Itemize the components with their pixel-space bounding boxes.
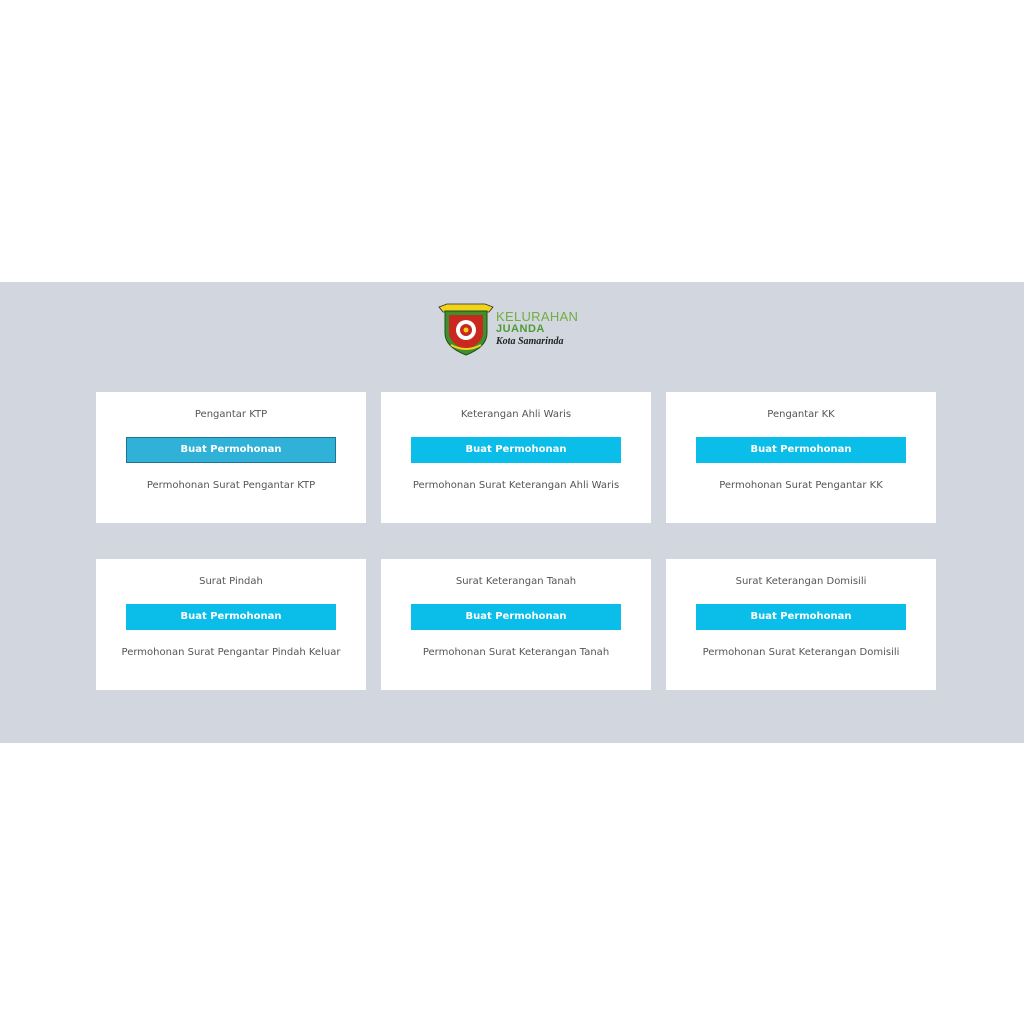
card-description: Permohonan Surat Pengantar KK: [719, 480, 883, 491]
service-card-ahli-waris: Keterangan Ahli Waris Buat Permohonan Pe…: [381, 392, 651, 523]
card-description: Permohonan Surat Pengantar KTP: [146, 480, 316, 491]
service-card-pengantar-ktp: Pengantar KTP Buat Permohonan Permohonan…: [96, 392, 366, 523]
service-card-surat-pindah: Surat Pindah Buat Permohonan Permohonan …: [96, 559, 366, 690]
card-title: Pengantar KK: [767, 409, 835, 420]
create-request-button[interactable]: Buat Permohonan: [126, 604, 336, 630]
create-request-button[interactable]: Buat Permohonan: [411, 437, 621, 463]
card-description: Permohonan Surat Pengantar Pindah Keluar: [121, 647, 341, 658]
card-title: Keterangan Ahli Waris: [460, 409, 572, 420]
card-title: Surat Keterangan Tanah: [455, 576, 577, 587]
card-description: Permohonan Surat Keterangan Domisili: [702, 647, 900, 658]
card-description: Permohonan Surat Keterangan Ahli Waris: [412, 480, 620, 491]
kelurahan-logo[interactable]: KELURAHAN JUANDA Kota Samarinda: [437, 303, 597, 357]
logo-line-city: Kota Samarinda: [496, 336, 564, 347]
emblem-icon: [438, 303, 494, 356]
card-title: Surat Pindah: [199, 576, 263, 587]
card-title: Pengantar KTP: [194, 409, 268, 420]
service-card-keterangan-domisili: Surat Keterangan Domisili Buat Permohona…: [666, 559, 936, 690]
create-request-button[interactable]: Buat Permohonan: [411, 604, 621, 630]
service-card-pengantar-kk: Pengantar KK Buat Permohonan Permohonan …: [666, 392, 936, 523]
logo-line-kelurahan: KELURAHAN: [496, 309, 579, 324]
create-request-button[interactable]: Buat Permohonan: [696, 604, 906, 630]
card-title: Surat Keterangan Domisili: [735, 576, 867, 587]
logo-line-juanda: JUANDA: [496, 323, 545, 335]
card-description: Permohonan Surat Keterangan Tanah: [422, 647, 610, 658]
service-card-keterangan-tanah: Surat Keterangan Tanah Buat Permohonan P…: [381, 559, 651, 690]
create-request-button[interactable]: Buat Permohonan: [696, 437, 906, 463]
create-request-button[interactable]: Buat Permohonan: [126, 437, 336, 463]
